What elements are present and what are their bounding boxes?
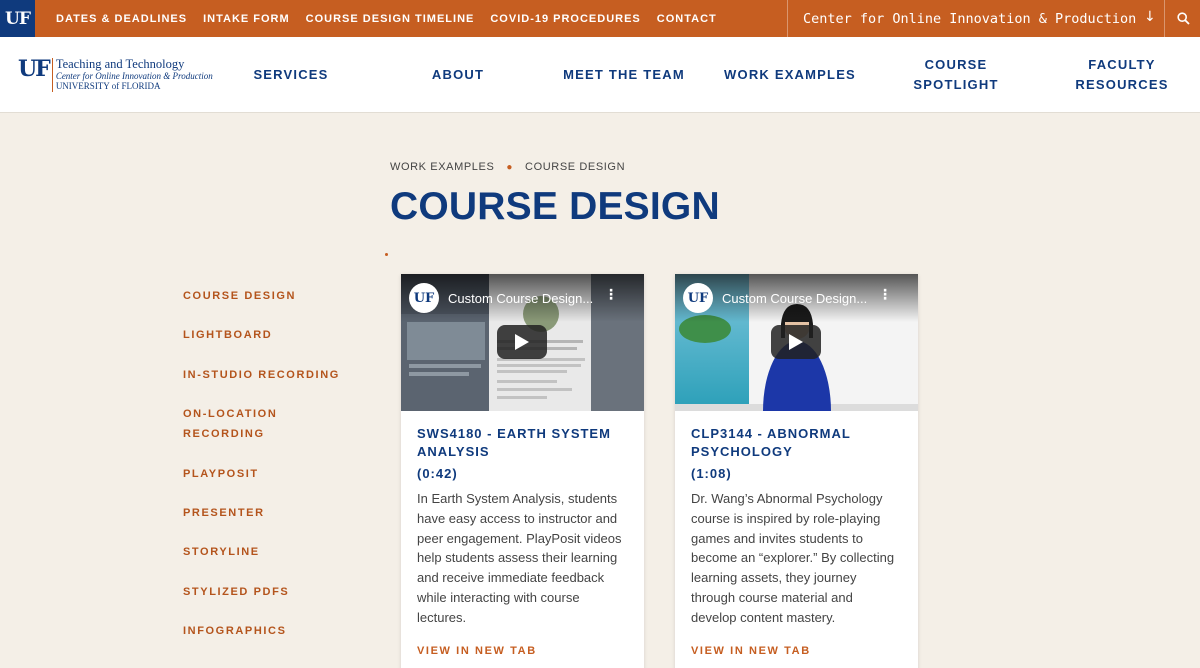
nav-meet-the-team[interactable]: MEET THE TEAM: [554, 37, 694, 113]
sidebar-item-course-design[interactable]: COURSE DESIGN: [183, 286, 363, 306]
page-title: COURSE DESIGN: [390, 185, 720, 228]
nav-about[interactable]: ABOUT: [414, 37, 502, 113]
breadcrumb-course-design: COURSE DESIGN: [525, 161, 626, 173]
card-title: SWS4180 - EARTH SYSTEM ANALYSIS: [417, 426, 611, 459]
work-example-card: UF Custom Course Design... ⋮ CLP3144 - A…: [675, 274, 918, 668]
view-in-new-tab-link[interactable]: VIEW IN NEW TAB: [417, 645, 628, 657]
sidebar-item-infographics[interactable]: INFOGRAPHICS: [183, 621, 363, 641]
nav-faculty-resources[interactable]: FACULTY RESOURCES: [1062, 37, 1182, 113]
section-sidebar: COURSE DESIGN LIGHTBOARD IN-STUDIO RECOR…: [183, 286, 363, 661]
center-name[interactable]: Center for Online Innovation & Productio…: [803, 11, 1136, 27]
more-vert-icon[interactable]: ⋮: [604, 287, 618, 303]
logo-line-3: UNIVERSITY of FLORIDA: [55, 81, 161, 91]
breadcrumb: WORK EXAMPLES ● COURSE DESIGN: [390, 161, 625, 173]
sidebar-item-stylized-pdfs[interactable]: STYLIZED PDFS: [183, 582, 363, 602]
utility-nav: DATES & DEADLINES INTAKE FORM COURSE DES…: [56, 13, 733, 25]
video-title[interactable]: Custom Course Design...: [448, 291, 593, 306]
uf-logo[interactable]: UF: [0, 0, 35, 37]
sidebar-item-storyline[interactable]: STORYLINE: [183, 542, 363, 562]
arrow-down-icon[interactable]: ↓: [1144, 9, 1156, 25]
channel-logo[interactable]: UF: [683, 283, 713, 313]
channel-logo[interactable]: UF: [409, 283, 439, 313]
view-in-new-tab-link[interactable]: VIEW IN NEW TAB: [691, 645, 902, 657]
logo-line-2: Center for Online Innovation & Productio…: [55, 71, 213, 81]
logo-text: Teaching and Technology Center for Onlin…: [51, 57, 213, 92]
video-title[interactable]: Custom Course Design...: [722, 291, 867, 306]
play-button[interactable]: [497, 325, 547, 359]
card-duration: (0:42): [417, 466, 458, 481]
card-body: SWS4180 - EARTH SYSTEM ANALYSIS (0:42) I…: [401, 411, 644, 657]
utility-link-contact[interactable]: CONTACT: [657, 13, 717, 25]
card-title: CLP3144 - ABNORMAL PSYCHOLOGY: [691, 426, 851, 459]
nav-services[interactable]: SERVICES: [237, 37, 345, 113]
nav-work-examples[interactable]: WORK EXAMPLES: [718, 37, 862, 113]
search-button[interactable]: [1164, 0, 1200, 37]
utility-bar: UF DATES & DEADLINES INTAKE FORM COURSE …: [0, 0, 1200, 37]
breadcrumb-work-examples[interactable]: WORK EXAMPLES: [390, 161, 494, 173]
card-duration: (1:08): [691, 466, 732, 481]
sidebar-item-playposit[interactable]: PLAYPOSIT: [183, 464, 363, 484]
decorative-dot: [385, 253, 388, 256]
card-body: CLP3144 - ABNORMAL PSYCHOLOGY (1:08) Dr.…: [675, 411, 918, 657]
nav-course-spotlight[interactable]: COURSE SPOTLIGHT: [896, 37, 1016, 113]
site-switcher[interactable]: Center for Online Innovation & Productio…: [787, 0, 1200, 37]
utility-link-intake[interactable]: INTAKE FORM: [203, 13, 290, 25]
main-header: UF Teaching and Technology Center for On…: [0, 37, 1200, 113]
logo-uf-mark: UF: [18, 56, 51, 82]
utility-link-timeline[interactable]: COURSE DESIGN TIMELINE: [306, 13, 475, 25]
sidebar-item-on-location-recording[interactable]: ON-LOCATION RECORDING: [183, 404, 293, 444]
more-vert-icon[interactable]: ⋮: [878, 287, 892, 303]
sidebar-item-lightboard[interactable]: LIGHTBOARD: [183, 325, 363, 345]
play-button[interactable]: [771, 325, 821, 359]
card-description: Dr. Wang’s Abnormal Psychology course is…: [691, 491, 895, 625]
sidebar-item-presenter[interactable]: PRESENTER: [183, 503, 363, 523]
breadcrumb-separator: ●: [506, 161, 514, 173]
play-icon: [515, 334, 529, 350]
work-example-card: UF Custom Course Design... ⋮ SWS4180 - E…: [401, 274, 644, 668]
video-thumbnail[interactable]: UF Custom Course Design... ⋮: [401, 274, 644, 411]
utility-link-dates[interactable]: DATES & DEADLINES: [56, 13, 187, 25]
logo-line-1: Teaching and Technology: [55, 57, 185, 71]
site-logo[interactable]: UF Teaching and Technology Center for On…: [18, 58, 213, 92]
video-thumbnail[interactable]: UF Custom Course Design... ⋮: [675, 274, 918, 411]
search-icon: [1176, 12, 1190, 25]
play-icon: [789, 334, 803, 350]
utility-link-covid[interactable]: COVID-19 PROCEDURES: [490, 13, 640, 25]
card-description: In Earth System Analysis, students have …: [417, 491, 622, 625]
sidebar-item-in-studio-recording[interactable]: IN-STUDIO RECORDING: [183, 365, 363, 385]
